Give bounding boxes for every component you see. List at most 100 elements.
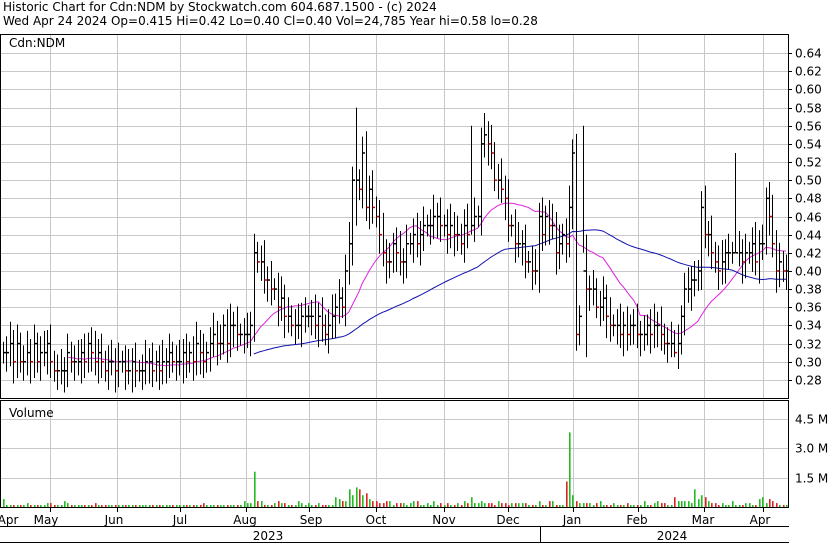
volume-bar [186,505,188,507]
month-label: Oct [366,513,387,527]
volume-bar [559,505,561,507]
volume-bar [688,501,690,507]
volume-bar [437,505,439,507]
volume-bar [674,497,676,507]
volume-bar [125,505,127,507]
volume-bar [57,505,59,507]
volume-bar [50,503,52,507]
volume-bar [623,505,625,507]
volume-bar [105,505,107,507]
volume-bar [644,501,646,507]
volume-bar [739,505,741,507]
volume-bar [637,505,639,507]
volume-bar [478,503,480,507]
volume-bar [352,495,354,507]
volume-bar [535,505,537,507]
volume-bar [17,505,19,507]
volume-bar [318,503,320,507]
volume-bar [176,505,178,507]
stock-chart: Historic Chart for Cdn:NDM by Stockwatch… [0,0,830,543]
volume-bar [613,503,615,507]
volume-bar [20,505,22,507]
volume-bar [162,505,164,507]
month-label: Apr [0,513,18,527]
volume-panel-title: Volume [9,406,54,420]
month-label: Aug [233,513,256,527]
volume-bar [752,505,754,507]
volume-bar [556,505,558,507]
volume-bar [196,505,198,507]
volume-bar [145,505,147,507]
volume-bar [433,501,435,507]
volume-bar [335,497,337,507]
volume-bar [44,505,46,507]
volume-bar [562,505,564,507]
volume-bar [23,505,25,507]
volume-bar [271,505,273,507]
volume-bar [213,505,215,507]
volume-bar [705,497,707,507]
volume-bar [471,497,473,507]
month-label: Nov [432,513,455,527]
volume-bar [617,505,619,507]
volume-bar [745,503,747,507]
price-tick-label: 0.38 [795,283,822,297]
volume-bar [250,503,252,507]
volume-bar [332,505,334,507]
price-tick-label: 0.50 [795,174,822,188]
volume-bar [166,505,168,507]
volume-bar [769,499,771,507]
year-label: 2023 [253,529,284,543]
volume-bar [579,503,581,507]
volume-bar [501,503,503,507]
volume-bar [64,501,66,507]
volume-bar [376,501,378,507]
volume-bar [467,503,469,507]
volume-bar [223,505,225,507]
volume-bar [542,505,544,507]
volume-bar [78,505,80,507]
price-tick-label: 0.48 [795,192,822,206]
price-tick-label: 0.46 [795,211,822,225]
volume-bar [349,489,351,507]
volume-bar [457,503,459,507]
volume-bar [755,505,757,507]
month-label: Jul [172,513,187,527]
volume-bar [30,505,32,507]
volume-bar [627,503,629,507]
volume-bar [776,503,778,507]
volume-bar [589,503,591,507]
volume-bar [708,501,710,507]
volume-bar [233,505,235,507]
volume-bar [718,505,720,507]
volume-bar [664,503,666,507]
volume-bar [71,505,73,507]
volume-bar [427,503,429,507]
volume-bar [647,505,649,507]
volume-bar [27,503,29,507]
volume-bar [189,505,191,507]
volume-bar [111,505,113,507]
volume-bar [142,505,144,507]
price-tick-label: 0.44 [795,229,822,243]
volume-bar [505,503,507,507]
volume-bar [88,505,90,507]
volume-bar [34,505,36,507]
volume-bar [783,505,785,507]
volume-bar [278,501,280,507]
price-tick-label: 0.28 [795,374,822,388]
volume-bar [115,505,117,507]
volume-bar [515,503,517,507]
volume-bar [362,495,364,507]
volume-bar [620,505,622,507]
volume-bar [572,495,574,507]
volume-bar [193,505,195,507]
price-tick-label: 0.60 [795,83,822,97]
volume-bar [291,505,293,507]
volume-bar [586,503,588,507]
volume-bar [267,505,269,507]
volume-bar [98,505,100,507]
volume-bar [762,497,764,507]
volume-bar [772,501,774,507]
volume-bar [210,505,212,507]
